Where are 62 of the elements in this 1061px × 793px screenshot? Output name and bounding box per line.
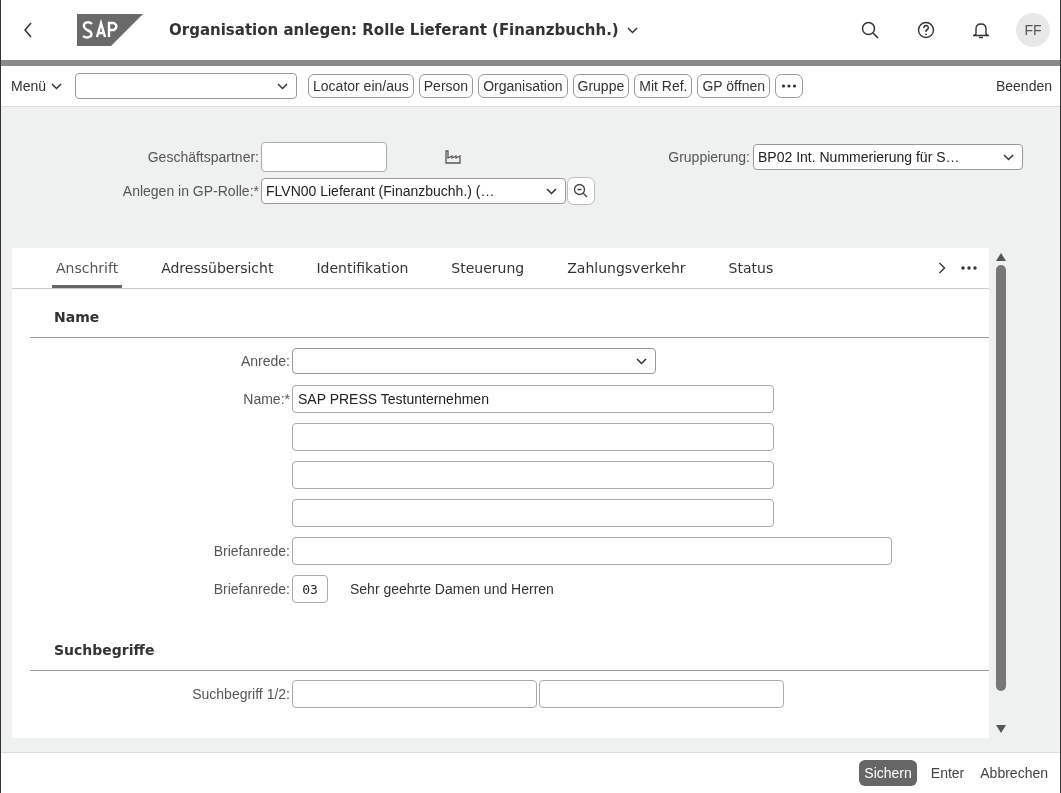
field-label: Briefanrede: — [213, 543, 290, 559]
logo-icon[interactable] — [77, 14, 143, 46]
chevron-down-icon — [1003, 153, 1014, 161]
field-label: Suchbegriff 1/2: — [192, 686, 290, 702]
tab[interactable]: Steuerung — [447, 248, 529, 288]
tab[interactable]: Identifikation — [312, 248, 413, 288]
toolbar-button[interactable]: Mit Ref. — [634, 74, 693, 98]
code-description: Sehr geehrte Damen und Herren — [350, 581, 554, 597]
code-field[interactable]: 03 — [292, 575, 328, 603]
text-field[interactable] — [292, 423, 774, 451]
more-icon[interactable] — [775, 74, 803, 98]
chevron-down-icon — [546, 187, 557, 195]
user-avatar[interactable]: FF — [1016, 13, 1050, 47]
grouping-dropdown[interactable]: BP02 Int. Nummerierung für S… — [753, 144, 1023, 170]
section-title: Suchbegriffe — [30, 642, 989, 671]
more-icon[interactable] — [960, 265, 978, 271]
field-label: Anlegen in GP-Rolle:* — [121, 183, 259, 199]
toolbar-button[interactable]: Locator ein/aus — [308, 74, 414, 98]
text-field[interactable] — [292, 461, 774, 489]
page-title: Organisation anlegen: Rolle Lieferant (Finanzbuchh.) — [169, 21, 619, 39]
factory-icon[interactable] — [445, 150, 461, 164]
value-help-icon[interactable] — [567, 177, 595, 205]
field-label: Name:* — [243, 391, 290, 407]
toolbar-button[interactable]: Person — [418, 74, 474, 98]
tab[interactable]: Anschrift — [52, 248, 123, 288]
text-field[interactable] — [539, 680, 784, 708]
help-icon[interactable] — [917, 21, 935, 39]
scroll-up-icon[interactable] — [996, 253, 1006, 261]
scroll-thumb[interactable] — [996, 265, 1006, 691]
search-icon[interactable] — [861, 21, 879, 39]
text-field[interactable]: SAP PRESS Testunternehmen — [292, 385, 774, 413]
toolbar-button[interactable]: Organisation — [478, 74, 568, 98]
tab[interactable]: Zahlungsverkehr — [563, 248, 690, 288]
footer-button[interactable]: Sichern — [859, 760, 917, 786]
field-label: Briefanrede: — [213, 581, 290, 597]
partner-field[interactable] — [261, 142, 387, 172]
section-title: Name — [30, 309, 989, 338]
field-label: Gruppierung: — [668, 149, 750, 165]
bell-icon[interactable] — [973, 21, 989, 39]
menu-button[interactable]: Menü — [9, 78, 71, 94]
exit-button[interactable]: Beenden — [995, 78, 1052, 94]
text-field[interactable] — [292, 537, 892, 565]
toolbar-button[interactable]: GP öffnen — [697, 74, 770, 98]
chevron-down-icon — [277, 82, 289, 90]
toolbar-button[interactable]: Gruppe — [572, 74, 630, 98]
scroll-down-icon[interactable] — [996, 725, 1006, 733]
footer-button[interactable]: Abbrechen — [978, 761, 1050, 785]
chevron-down-icon — [51, 82, 63, 90]
tab[interactable]: Adressübersicht — [157, 248, 278, 288]
field-label: Geschäftspartner: — [146, 149, 259, 165]
chevron-right-icon[interactable] — [938, 262, 946, 274]
footer-button[interactable]: Enter — [928, 761, 967, 785]
salutation-dropdown[interactable] — [292, 348, 656, 374]
back-icon[interactable] — [23, 22, 33, 38]
tab[interactable]: Status — [724, 248, 778, 288]
command-field[interactable] — [75, 73, 298, 99]
chevron-down-icon — [636, 357, 647, 365]
role-dropdown[interactable]: FLVN00 Lieferant (Finanzbuchh.) (… — [261, 178, 566, 204]
chevron-down-icon[interactable] — [626, 26, 638, 34]
text-field[interactable] — [292, 680, 537, 708]
text-field[interactable] — [292, 499, 774, 527]
field-label: Anrede: — [240, 353, 290, 369]
